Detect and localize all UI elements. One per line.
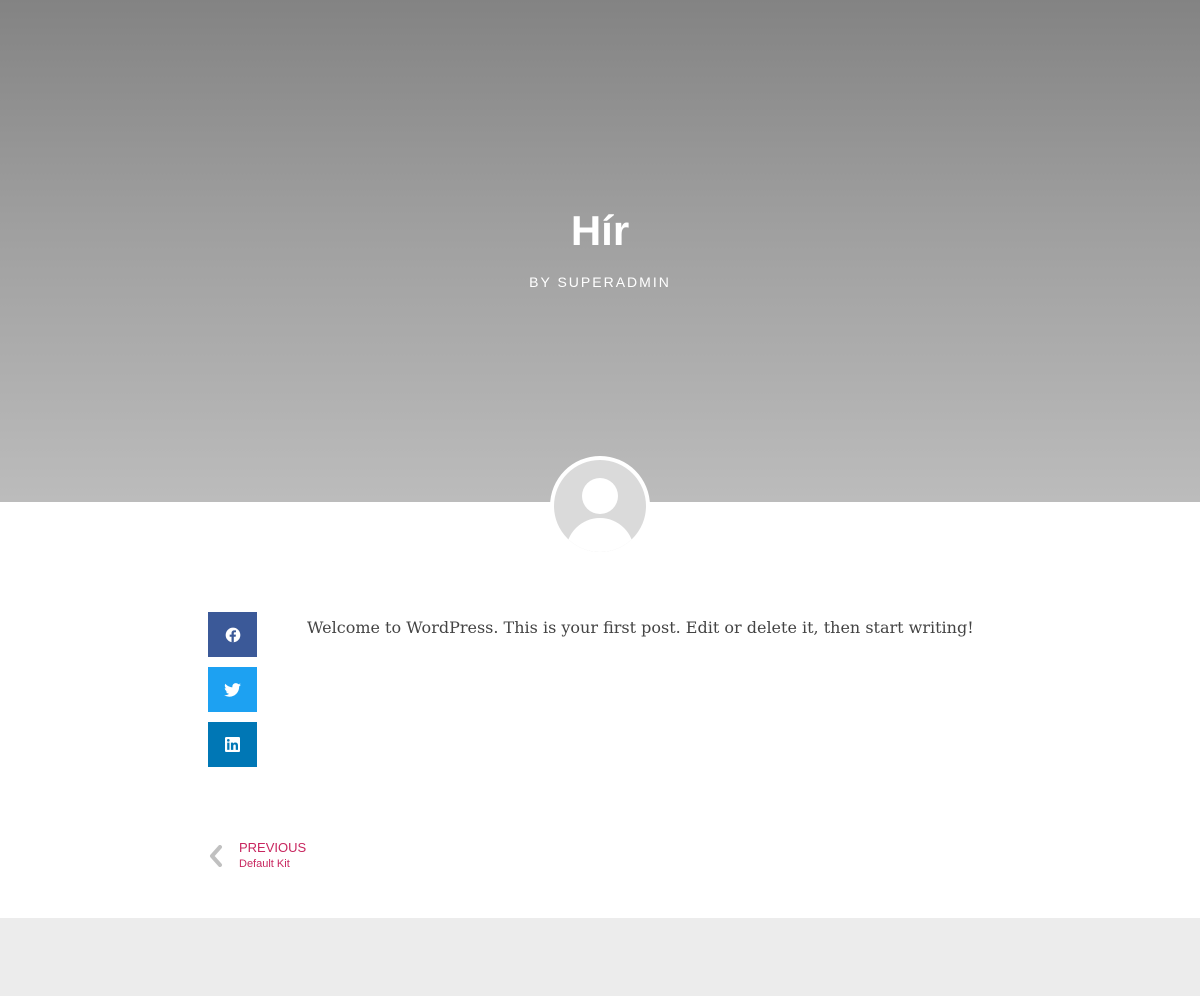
previous-post-label: PREVIOUS bbox=[239, 840, 307, 855]
chevron-left-icon bbox=[210, 845, 222, 867]
page-footer bbox=[0, 918, 1200, 996]
post-title: Hír bbox=[570, 207, 630, 254]
share-facebook-button[interactable] bbox=[208, 612, 257, 657]
default-avatar-icon bbox=[554, 460, 646, 552]
share-linkedin-button[interactable] bbox=[208, 722, 257, 767]
post-content: Welcome to WordPress. This is your first… bbox=[307, 618, 974, 637]
share-twitter-button[interactable] bbox=[208, 667, 257, 712]
author-avatar bbox=[550, 456, 650, 556]
post-author-byline: BY SUPERADMIN bbox=[529, 274, 671, 290]
facebook-icon bbox=[225, 627, 240, 642]
previous-post-title: Default Kit bbox=[239, 858, 290, 870]
post-hero-banner: Hír BY SUPERADMIN bbox=[0, 0, 1200, 502]
twitter-icon bbox=[224, 682, 241, 697]
linkedin-icon bbox=[225, 737, 240, 752]
previous-post-link[interactable]: PREVIOUS Default Kit bbox=[208, 838, 306, 874]
